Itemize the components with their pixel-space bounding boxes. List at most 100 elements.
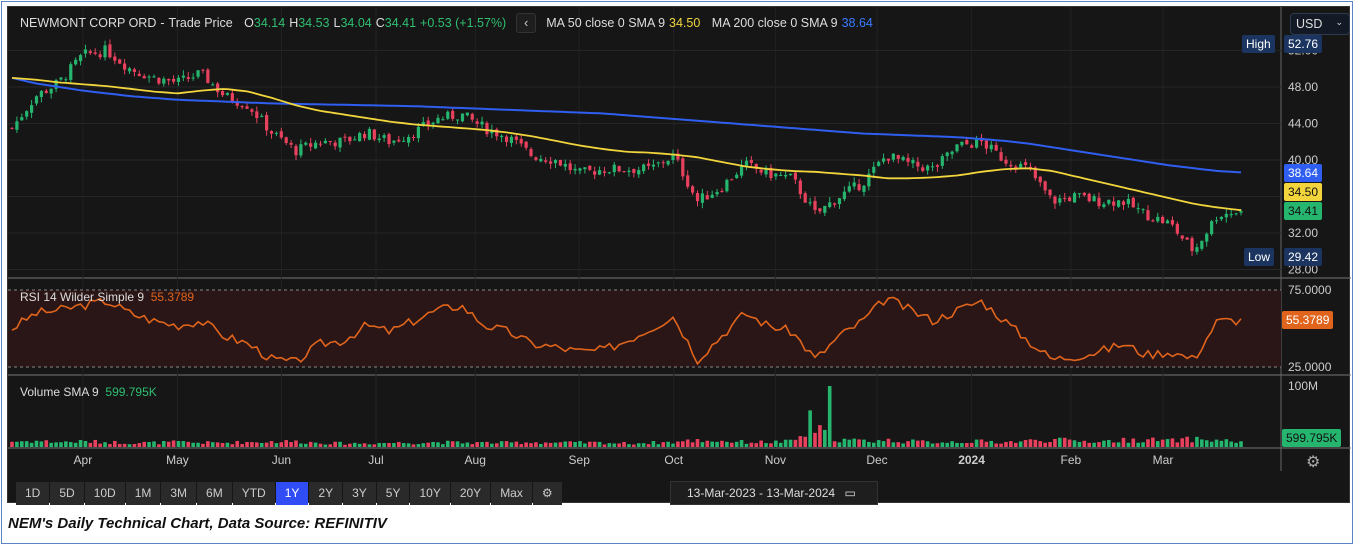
candle [514,136,518,140]
volume-bar [705,440,710,447]
candle [382,135,386,138]
candle [940,156,944,166]
candle [1141,209,1145,211]
candle [353,139,357,141]
range-button-3y[interactable]: 3Y [343,482,376,505]
range-button-5d[interactable]: 5D [50,482,84,505]
candle [1219,216,1224,220]
month-label: Nov [765,453,786,467]
chart-settings-icon[interactable]: ⚙ [1306,452,1320,472]
candle [171,78,176,82]
date-range-picker[interactable]: 13-Mar-2023 - 13-Mar-2024 ▭ [670,481,878,505]
volume-bar [920,440,925,447]
candle [20,117,24,121]
volume-bar [480,442,484,447]
volume-bar [803,436,808,447]
volume-bar [83,440,88,447]
range-button-1m[interactable]: 1M [125,482,161,505]
volume-bar [1082,440,1087,447]
range-button-10y[interactable]: 10Y [410,482,450,505]
volume-bar [617,443,621,447]
volume-bar [509,442,514,447]
candle [127,68,132,72]
volume-bar [259,442,264,447]
candle [627,170,631,172]
volume-bar [406,443,411,447]
volume-bar [612,443,617,447]
range-button-2y[interactable]: 2Y [309,482,343,505]
volume-bar [1175,442,1180,447]
volume-bar [485,441,489,447]
candle [1146,210,1150,221]
volume-bar [284,440,288,447]
candle [245,106,249,109]
price-tick-label: 32.00 [1288,226,1318,240]
range-button-3m[interactable]: 3M [161,482,197,505]
candle [1161,216,1165,224]
volume-bar [524,442,528,447]
range-settings-icon[interactable]: ⚙ [532,482,562,505]
volume-bar [245,442,249,447]
candle [632,168,636,174]
volume-bar [1009,441,1013,447]
volume-bar [774,440,778,447]
volume-bar [558,442,563,447]
volume-bar [965,443,969,447]
candle [999,152,1003,161]
volume-bar [39,441,44,447]
volume-bar [88,442,93,447]
candle [1092,196,1096,202]
volume-bar [494,443,499,447]
volume-bar [377,442,382,447]
volume-bar [715,441,719,447]
chart-widget: 52.0048.0044.0040.0036.0032.0028.00AprMa… [7,6,1351,505]
volume-bar [59,442,63,447]
candle [446,111,450,119]
range-button-max[interactable]: Max [491,482,532,505]
volume-bar [661,442,666,447]
candle [93,52,97,54]
chart-canvas[interactable]: 52.0048.0044.0040.0036.0032.0028.00AprMa… [8,7,1351,504]
volume-bar [54,442,58,447]
ma200-label[interactable]: MA 200 close 0 SMA 9 [712,16,838,30]
range-button-10d[interactable]: 10D [84,482,125,505]
calendar-icon: ▭ [844,486,856,500]
volume-bar [171,440,176,447]
range-button-5y[interactable]: 5Y [376,482,410,505]
close-value: 34.41 [384,16,417,30]
ma50-label[interactable]: MA 50 close 0 SMA 9 [546,16,665,30]
candle [793,172,798,180]
volume-bar [103,442,107,447]
candle [181,75,185,78]
volume-bar [1126,442,1131,447]
candle [573,168,577,171]
volume-bar [166,441,171,447]
range-button-6m[interactable]: 6M [197,482,232,505]
candle [906,157,910,162]
volume-bar [10,441,14,447]
volume-bar [397,441,401,447]
range-button-1y[interactable]: 1Y [275,482,309,505]
volume-bar [871,442,876,447]
candle [1116,200,1121,207]
candle [637,170,641,175]
volume-bar [93,439,98,447]
range-button-1d[interactable]: 1D [16,482,50,505]
volume-bar [587,441,592,447]
rsi-tick-label: 75.0000 [1288,283,1332,297]
candle [994,144,998,151]
range-button-20y[interactable]: 20Y [450,482,491,505]
collapse-legend-button[interactable]: ‹ [516,13,537,33]
candle [157,77,161,84]
candle [1131,197,1135,208]
range-button-ytd[interactable]: YTD [232,482,275,505]
volume-bar [1121,437,1126,447]
candle [362,133,367,139]
month-label: Sep [569,453,591,467]
volume-bar [857,439,861,447]
volume-bar [1023,439,1028,447]
volume-bar [117,443,122,447]
volume-bar [108,444,112,447]
volume-bar [994,443,998,447]
currency-select[interactable]: USD ⌄ [1290,13,1350,35]
